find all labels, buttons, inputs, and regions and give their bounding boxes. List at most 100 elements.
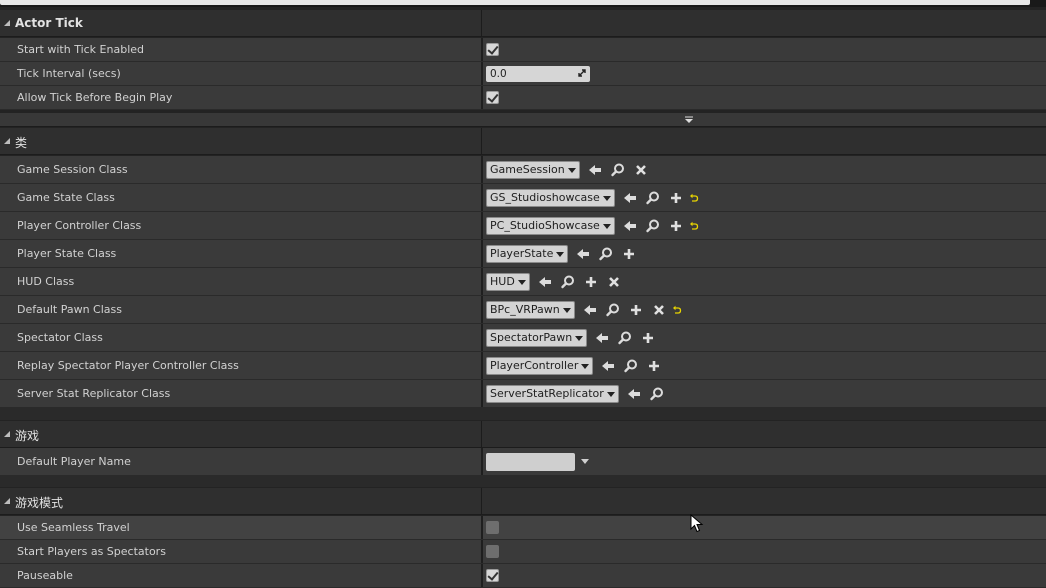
chevron-down-icon <box>562 307 571 313</box>
search-icon[interactable] <box>560 274 576 290</box>
property-label: Start with Tick Enabled <box>17 43 145 56</box>
search-icon[interactable] <box>623 358 639 374</box>
column-divider <box>481 10 482 37</box>
column-divider <box>481 86 483 109</box>
tick-interval-input[interactable]: 0.0 <box>486 65 590 82</box>
use-seamless-travel-checkbox[interactable] <box>486 521 499 534</box>
search-icon[interactable] <box>605 302 621 318</box>
tick-interval-value: 0.0 <box>490 67 507 80</box>
column-divider <box>481 380 483 407</box>
advanced-properties-bar[interactable] <box>0 113 1046 127</box>
reset-to-default-icon[interactable] <box>689 218 705 234</box>
plus-icon[interactable] <box>640 330 656 346</box>
search-icon[interactable] <box>598 246 614 262</box>
allow-tick-before-begin-play-checkbox[interactable] <box>486 91 499 104</box>
clear-x-icon[interactable] <box>633 162 649 178</box>
arrow-left-icon[interactable] <box>626 386 642 402</box>
class-picker-combo[interactable]: SpectatorPawn <box>486 328 588 347</box>
class-picker-value: PlayerState <box>490 246 554 260</box>
arrow-left-icon[interactable] <box>600 358 616 374</box>
pauseable-checkbox[interactable] <box>486 569 499 582</box>
plus-icon[interactable] <box>646 358 662 374</box>
property-row-class: Spectator Class SpectatorPawn <box>0 324 1046 352</box>
collapse-triangle-icon[interactable] <box>4 138 10 144</box>
class-picker-combo[interactable]: PlayerController <box>486 356 594 375</box>
class-picker-combo[interactable]: HUD <box>486 272 530 291</box>
class-picker-value: HUD <box>490 274 515 288</box>
arrow-left-icon[interactable] <box>594 330 610 346</box>
plus-icon[interactable] <box>628 302 644 318</box>
collapse-triangle-icon[interactable] <box>4 498 10 504</box>
property-label: Replay Spectator Player Controller Class <box>17 359 239 372</box>
class-picker-combo[interactable]: BPc_VRPawn <box>486 300 575 319</box>
arrow-left-icon[interactable] <box>582 302 598 318</box>
arrow-left-icon[interactable] <box>537 274 553 290</box>
column-divider <box>481 324 483 351</box>
collapse-triangle-icon[interactable] <box>4 431 10 437</box>
class-picker-combo[interactable]: GS_Studioshowcase <box>486 188 615 207</box>
category-title: 类 <box>15 136 28 150</box>
clear-x-icon[interactable] <box>606 274 622 290</box>
start-with-tick-enabled-checkbox[interactable] <box>486 43 499 56</box>
plus-icon[interactable] <box>668 190 684 206</box>
search-icon[interactable] <box>645 190 661 206</box>
property-label: Player State Class <box>17 247 117 260</box>
section-spacer <box>0 408 1046 420</box>
start-players-as-spectators-checkbox[interactable] <box>486 545 499 558</box>
search-icon[interactable] <box>649 386 665 402</box>
class-picker-combo[interactable]: PC_StudioShowcase <box>486 216 615 235</box>
property-label: Game State Class <box>17 191 115 204</box>
clear-x-icon[interactable] <box>651 302 667 318</box>
search-icon[interactable] <box>617 330 633 346</box>
property-row-class: Default Pawn Class BPc_VRPawn <box>0 296 1046 324</box>
default-player-name-input[interactable] <box>486 452 575 471</box>
search-icon[interactable] <box>645 218 661 234</box>
class-picker-combo[interactable]: PlayerState <box>486 244 569 263</box>
column-divider <box>481 488 482 515</box>
reset-to-default-icon[interactable] <box>689 190 705 206</box>
property-row-allow-tick-before-begin-play: Allow Tick Before Begin Play <box>0 86 1046 110</box>
property-label: Start Players as Spectators <box>17 545 166 558</box>
column-divider <box>481 564 483 587</box>
plus-icon[interactable] <box>668 218 684 234</box>
column-divider <box>481 296 483 323</box>
class-picker-combo[interactable]: GameSession <box>486 160 580 179</box>
property-label: Use Seamless Travel <box>17 521 130 534</box>
property-row-class: HUD Class HUD <box>0 268 1046 296</box>
chevron-down-icon <box>575 335 584 341</box>
property-row-start-with-tick-enabled: Start with Tick Enabled <box>0 38 1046 62</box>
category-actor-tick[interactable]: Actor Tick <box>0 10 1046 37</box>
column-divider <box>481 212 483 239</box>
chevron-down-icon <box>517 279 526 285</box>
arrow-left-icon[interactable] <box>587 162 603 178</box>
property-row-default-player-name: Default Player Name <box>0 448 1046 476</box>
reset-to-default-icon[interactable] <box>672 302 688 318</box>
arrow-left-icon[interactable] <box>575 246 591 262</box>
category-classes[interactable]: 类 <box>0 128 1046 155</box>
property-label: Default Pawn Class <box>17 303 122 316</box>
property-label: Spectator Class <box>17 331 103 344</box>
class-picker-value: PC_StudioShowcase <box>490 218 600 232</box>
category-game-mode[interactable]: 游戏模式 <box>0 488 1046 515</box>
category-title: Actor Tick <box>15 16 83 30</box>
class-picker-value: GS_Studioshowcase <box>490 190 600 204</box>
show-advanced-chevron-icon[interactable] <box>684 115 694 125</box>
plus-icon[interactable] <box>583 274 599 290</box>
search-icon[interactable] <box>610 162 626 178</box>
column-divider <box>481 540 483 563</box>
chevron-down-icon <box>556 251 565 257</box>
class-picker-combo[interactable]: ServerStatReplicator <box>486 384 619 403</box>
column-divider <box>481 38 483 61</box>
category-game[interactable]: 游戏 <box>0 421 1046 448</box>
chevron-down-icon[interactable] <box>581 459 589 464</box>
property-row-class: Game Session Class GameSession <box>0 156 1046 184</box>
column-divider <box>481 184 483 211</box>
plus-icon[interactable] <box>621 246 637 262</box>
chevron-down-icon <box>602 195 611 201</box>
search-input[interactable] <box>0 0 1030 5</box>
collapse-triangle-icon[interactable] <box>4 20 10 26</box>
drag-spin-icon[interactable] <box>578 68 586 77</box>
arrow-left-icon[interactable] <box>622 218 638 234</box>
arrow-left-icon[interactable] <box>622 190 638 206</box>
property-row-class: Replay Spectator Player Controller Class… <box>0 352 1046 380</box>
